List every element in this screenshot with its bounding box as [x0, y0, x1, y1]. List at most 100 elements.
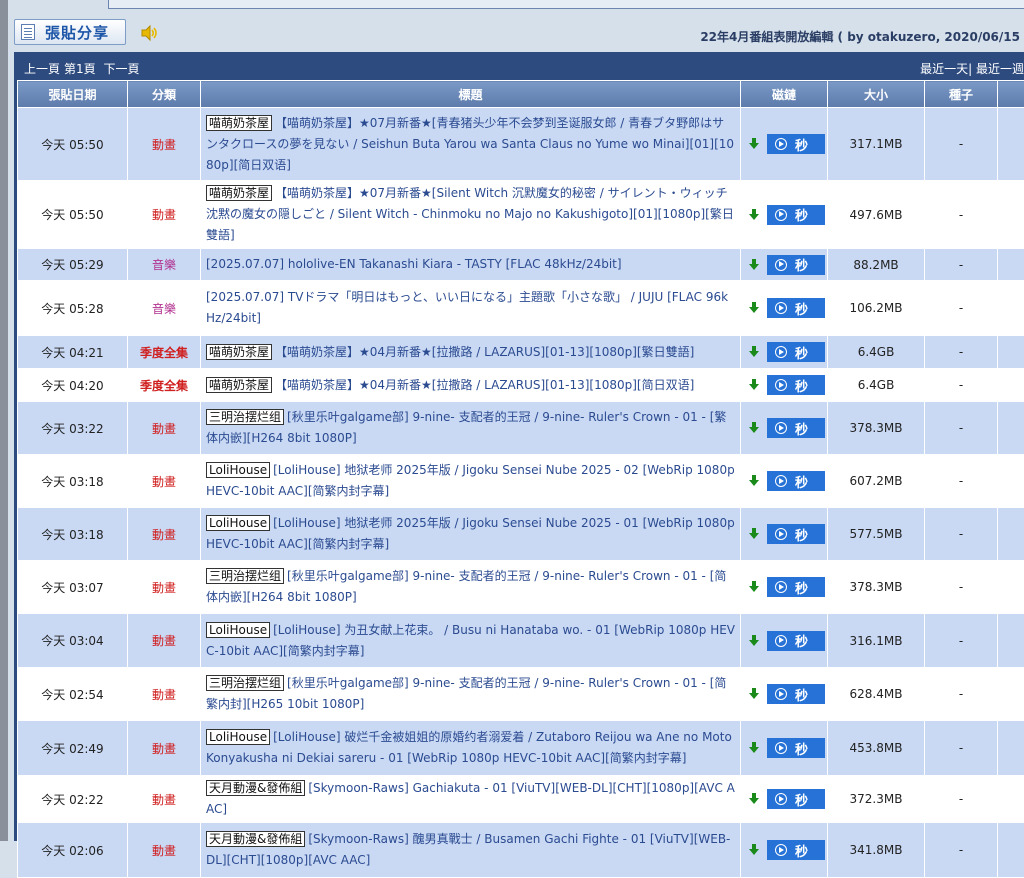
magnet-button[interactable]: 秒 [767, 134, 825, 154]
col-header-magnet[interactable]: 磁鏈 [741, 81, 828, 108]
row-category[interactable]: 季度全集 [128, 336, 201, 369]
row-title-link[interactable]: 【喵萌奶茶屋】★04月新番★[拉撒路 / LAZARUS][01-13][108… [275, 378, 694, 392]
row-title-link[interactable]: [LoliHouse] 破烂千金被姐姐的原婚约者溺爱着 / Zutaboro R… [206, 730, 732, 765]
magnet-button[interactable]: 秒 [767, 738, 825, 758]
magnet-button[interactable]: 秒 [767, 789, 825, 809]
row-seeds: - [925, 721, 998, 776]
row-title-link[interactable]: [LoliHouse] 为丑女献上花束。 / Busu ni Hanataba … [206, 623, 735, 658]
team-tag[interactable]: LoliHouse [206, 729, 270, 745]
speaker-icon[interactable] [140, 24, 158, 42]
magnet-button[interactable]: 秒 [767, 684, 825, 704]
download-arrow-icon[interactable] [749, 302, 759, 314]
play-circle-icon [775, 793, 787, 805]
row-category[interactable]: 動畫 [128, 823, 201, 878]
row-title-cell: [2025.07.07] TVドラマ「明日はもっと、いい日になる」主題歌「小さな… [201, 281, 741, 336]
download-arrow-icon[interactable] [749, 259, 759, 271]
download-arrow-icon[interactable] [749, 688, 759, 700]
row-title-link[interactable]: [LoliHouse] 地狱老师 2025年版 / Jigoku Sensei … [206, 516, 735, 551]
next-page-link[interactable]: 下一頁 [103, 62, 139, 76]
row-title-link[interactable]: [秋里乐叶galgame部] 9-nine- 支配者的王冠 / 9-nine- … [206, 410, 726, 445]
download-arrow-icon[interactable] [749, 581, 759, 593]
row-title-link[interactable]: [LoliHouse] 地狱老师 2025年版 / Jigoku Sensei … [206, 463, 735, 498]
magnet-button[interactable]: 秒 [767, 524, 825, 544]
row-title-link[interactable]: [秋里乐叶galgame部] 9-nine- 支配者的王冠 / 9-nine- … [206, 676, 726, 711]
magnet-button[interactable]: 秒 [767, 577, 825, 597]
row-category[interactable]: 季度全集 [128, 369, 201, 402]
download-arrow-icon[interactable] [749, 635, 759, 647]
team-tag[interactable]: 三明治摆烂组 [206, 409, 284, 425]
col-header-date[interactable]: 張貼日期 [18, 81, 128, 108]
row-category[interactable]: 動畫 [128, 108, 201, 181]
team-tag[interactable]: 喵萌奶茶屋 [206, 344, 272, 360]
row-category[interactable]: 音樂 [128, 249, 201, 281]
table-row: 今天 05:29音樂[2025.07.07] hololive-EN Takan… [18, 249, 1024, 281]
team-tag[interactable]: 喵萌奶茶屋 [206, 115, 272, 131]
download-arrow-icon[interactable] [749, 138, 759, 150]
download-arrow-icon[interactable] [749, 844, 759, 856]
announcement-text[interactable]: 22年4月番組表開放編輯 ( by otakuzero, 2020/06/15 [700, 28, 1020, 45]
row-category[interactable]: 動畫 [128, 455, 201, 508]
download-arrow-icon[interactable] [749, 209, 759, 221]
download-arrow-icon[interactable] [749, 742, 759, 754]
post-share-button[interactable]: 張貼分享 [14, 19, 126, 45]
team-tag[interactable]: 喵萌奶茶屋 [206, 185, 272, 201]
team-tag[interactable]: LoliHouse [206, 462, 270, 478]
magnet-button[interactable]: 秒 [767, 840, 825, 860]
row-category[interactable]: 動畫 [128, 402, 201, 455]
recent-day-link[interactable]: 最近一天 [920, 62, 968, 76]
magnet-button[interactable]: 秒 [767, 342, 825, 362]
magnet-button[interactable]: 秒 [767, 631, 825, 651]
row-title-cell: 三明治摆烂组[秋里乐叶galgame部] 9-nine- 支配者的王冠 / 9-… [201, 668, 741, 721]
col-header-title[interactable]: 標題 [201, 81, 741, 108]
prev-page-link[interactable]: 上一頁 [24, 62, 60, 76]
magnet-button[interactable]: 秒 [767, 375, 825, 395]
download-arrow-icon[interactable] [749, 379, 759, 391]
row-title-link[interactable]: 【喵萌奶茶屋】★07月新番★[Silent Witch 沉默魔女的秘密 / サイ… [206, 186, 734, 242]
team-tag[interactable]: LoliHouse [206, 515, 270, 531]
download-arrow-icon[interactable] [749, 346, 759, 358]
col-header-size[interactable]: 大小 [828, 81, 925, 108]
row-category[interactable]: 動畫 [128, 508, 201, 561]
play-circle-icon [775, 138, 787, 150]
team-tag[interactable]: 天月動漫&發佈組 [206, 780, 305, 796]
magnet-button-label: 秒 [795, 205, 814, 224]
team-tag[interactable]: 三明治摆烂组 [206, 675, 284, 691]
col-header-seeds[interactable]: 種子 [925, 81, 998, 108]
download-arrow-icon[interactable] [749, 475, 759, 487]
row-title-link[interactable]: [2025.07.07] hololive-EN Takanashi Kiara… [206, 257, 622, 271]
team-tag[interactable]: 喵萌奶茶屋 [206, 377, 272, 393]
row-date: 今天 02:49 [18, 721, 128, 776]
row-title-link[interactable]: [2025.07.07] TVドラマ「明日はもっと、いい日になる」主題歌「小さな… [206, 290, 728, 325]
row-category[interactable]: 動畫 [128, 181, 201, 249]
magnet-button[interactable]: 秒 [767, 255, 825, 275]
row-category[interactable]: 動畫 [128, 721, 201, 776]
download-arrow-icon[interactable] [749, 528, 759, 540]
recent-week-link[interactable]: 最近一週 [976, 62, 1024, 76]
col-header-category[interactable]: 分類 [128, 81, 201, 108]
magnet-button[interactable]: 秒 [767, 298, 825, 318]
team-tag[interactable]: 天月動漫&發佈組 [206, 831, 305, 847]
torrent-table: 張貼日期 分類 標題 磁鏈 大小 種子 今天 05:50動畫喵萌奶茶屋【喵萌奶茶… [17, 80, 1024, 878]
row-category[interactable]: 動畫 [128, 561, 201, 614]
row-seeds: - [925, 181, 998, 249]
row-title-cell: 喵萌奶茶屋【喵萌奶茶屋】★04月新番★[拉撒路 / LAZARUS][01-13… [201, 336, 741, 369]
magnet-button[interactable]: 秒 [767, 205, 825, 225]
row-category[interactable]: 動畫 [128, 668, 201, 721]
magnet-button[interactable]: 秒 [767, 418, 825, 438]
row-category[interactable]: 動畫 [128, 614, 201, 668]
col-header-extra [998, 81, 1024, 108]
row-title-link[interactable]: 【喵萌奶茶屋】★04月新番★[拉撒路 / LAZARUS][01-13][108… [275, 345, 694, 359]
magnet-button-label: 秒 [795, 525, 814, 544]
download-arrow-icon[interactable] [749, 793, 759, 805]
team-tag[interactable]: LoliHouse [206, 622, 270, 638]
magnet-button-label: 秒 [795, 255, 814, 274]
team-tag[interactable]: 三明治摆烂组 [206, 568, 284, 584]
magnet-button[interactable]: 秒 [767, 471, 825, 491]
download-arrow-icon[interactable] [749, 422, 759, 434]
row-title-link[interactable]: 【喵萌奶茶屋】★07月新番★[青春猪头少年不会梦到圣诞服女郎 / 青春ブタ野郎は… [206, 116, 734, 172]
row-category[interactable]: 音樂 [128, 281, 201, 336]
table-row: 今天 05:50動畫喵萌奶茶屋【喵萌奶茶屋】★07月新番★[青春猪头少年不会梦到… [18, 108, 1024, 181]
row-date: 今天 05:28 [18, 281, 128, 336]
row-title-link[interactable]: [秋里乐叶galgame部] 9-nine- 支配者的王冠 / 9-nine- … [206, 569, 726, 604]
row-category[interactable]: 動畫 [128, 776, 201, 823]
